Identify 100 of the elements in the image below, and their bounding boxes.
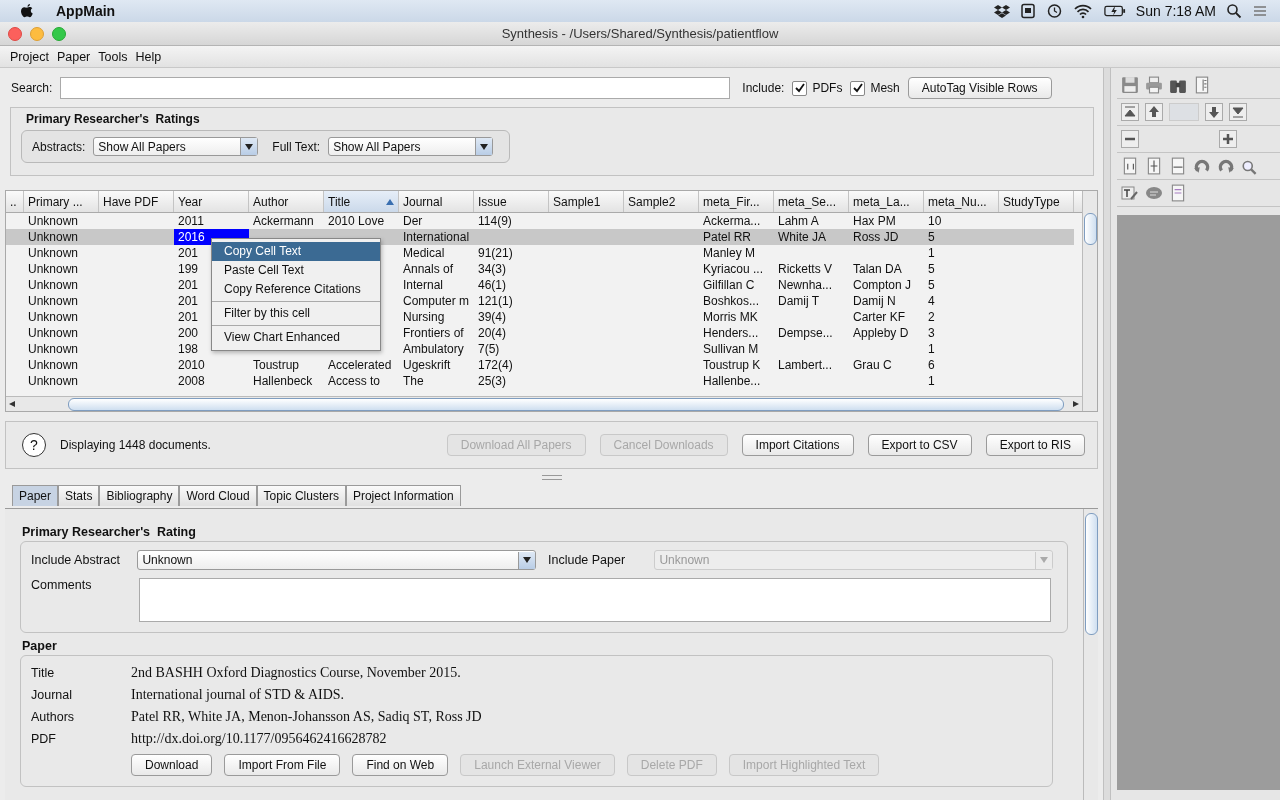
column-header[interactable]: .. — [6, 191, 24, 212]
tab[interactable]: Paper — [12, 485, 59, 506]
table-cell[interactable]: Dempse... — [774, 325, 849, 341]
column-header[interactable]: Sample2 — [624, 191, 699, 212]
table-cell[interactable]: The — [399, 373, 474, 389]
table-cell[interactable]: Talan DA — [849, 261, 924, 277]
table-cell[interactable]: Damij T — [774, 293, 849, 309]
column-header[interactable]: meta_Nu... — [924, 191, 999, 212]
column-header[interactable]: StudyType — [999, 191, 1074, 212]
paper-button[interactable]: Find on Web — [352, 754, 449, 776]
table-cell[interactable]: Toustrup K — [699, 357, 774, 373]
column-header[interactable]: meta_Se... — [774, 191, 849, 212]
column-header[interactable]: meta_Fir... — [699, 191, 774, 212]
table-cell[interactable]: Grau C — [849, 357, 924, 373]
table-cell[interactable]: 46(1) — [474, 277, 549, 293]
app-name[interactable]: AppMain — [56, 3, 116, 19]
menu-bar-clock[interactable]: Sun 7:18 AM — [1135, 3, 1216, 19]
fit-width-icon[interactable] — [1169, 157, 1187, 175]
table-cell[interactable]: 1 — [924, 245, 999, 261]
table-cell[interactable]: White JA — [774, 229, 849, 245]
context-menu-item[interactable]: Copy Cell Text — [212, 242, 380, 261]
table-cell[interactable]: 25(3) — [474, 373, 549, 389]
table-cell[interactable]: International — [399, 229, 474, 245]
search-icon[interactable] — [1226, 3, 1242, 19]
table-cell[interactable] — [999, 229, 1074, 245]
table-cell[interactable]: Compton J — [849, 277, 924, 293]
table-cell[interactable]: 7(5) — [474, 341, 549, 357]
text-edit-icon[interactable] — [1121, 184, 1139, 202]
column-header[interactable]: Primary ... — [24, 191, 99, 212]
table-cell[interactable]: 172(4) — [474, 357, 549, 373]
table-cell[interactable]: Unknown — [24, 357, 99, 373]
paper-button[interactable]: Download — [131, 754, 213, 776]
comments-field[interactable] — [139, 578, 1051, 622]
table-cell[interactable]: 1 — [924, 341, 999, 357]
table-cell[interactable]: Internal — [399, 277, 474, 293]
menu-item[interactable]: Project — [10, 49, 49, 64]
table-cell[interactable]: 5 — [924, 261, 999, 277]
last-page-icon[interactable] — [1229, 103, 1247, 121]
table-cell[interactable]: Boshkos... — [699, 293, 774, 309]
action-button[interactable]: Import Citations — [741, 434, 854, 456]
table-cell[interactable]: Frontiers of — [399, 325, 474, 341]
table-cell[interactable]: 2011 — [174, 213, 249, 229]
table-cell[interactable]: Hax PM — [849, 213, 924, 229]
table-cell[interactable] — [99, 229, 174, 245]
table-cell[interactable]: Lahm A — [774, 213, 849, 229]
context-menu-item[interactable]: Filter by this cell — [212, 304, 380, 323]
menu-item[interactable]: Tools — [98, 49, 128, 64]
actual-size-icon[interactable] — [1121, 157, 1139, 175]
table-cell[interactable]: 10 — [924, 213, 999, 229]
document-icon[interactable] — [1193, 76, 1211, 94]
paper-button[interactable]: Import From File — [224, 754, 341, 776]
table-cell[interactable]: 6 — [924, 357, 999, 373]
table-cell[interactable]: 5 — [924, 277, 999, 293]
scroll-left-icon[interactable] — [9, 401, 15, 407]
context-menu-item[interactable]: Paste Cell Text — [212, 261, 380, 280]
table-cell[interactable]: Henders... — [699, 325, 774, 341]
menu-item[interactable]: Paper — [56, 49, 91, 64]
table-cell[interactable]: Unknown — [24, 341, 99, 357]
column-header[interactable]: Journal — [399, 191, 474, 212]
column-header[interactable]: Year — [174, 191, 249, 212]
table-cell[interactable]: Ambulatory — [399, 341, 474, 357]
rotate-right-icon[interactable] — [1217, 157, 1235, 175]
table-cell[interactable]: Der — [399, 213, 474, 229]
table-cell[interactable]: Medical — [399, 245, 474, 261]
rating-dropdown[interactable]: Unknown — [137, 550, 536, 570]
table-cell[interactable]: 121(1) — [474, 293, 549, 309]
action-button[interactable]: Export to CSV — [867, 434, 972, 456]
table-cell[interactable]: Gilfillan C — [699, 277, 774, 293]
table-cell[interactable]: Unknown — [24, 325, 99, 341]
table-cell[interactable]: 114(9) — [474, 213, 549, 229]
table-cell[interactable]: Hallenbeck — [249, 373, 324, 389]
table-cell[interactable]: Lambert... — [774, 357, 849, 373]
table-cell[interactable]: Appleby D — [849, 325, 924, 341]
context-menu-item[interactable]: View Chart Enhanced — [212, 328, 380, 347]
battery-icon[interactable] — [1103, 3, 1126, 19]
table-cell[interactable]: Morris MK — [699, 309, 774, 325]
print-icon[interactable] — [1145, 76, 1163, 94]
table-cell[interactable]: 1 — [924, 373, 999, 389]
table-cell[interactable]: Hallenbe... — [699, 373, 774, 389]
action-button[interactable]: Export to RIS — [985, 434, 1085, 456]
table-cell[interactable]: Kyriacou ... — [699, 261, 774, 277]
checkbox[interactable] — [792, 80, 808, 96]
table-cell[interactable] — [6, 229, 24, 245]
vertical-scrollbar[interactable] — [1082, 191, 1097, 411]
table-cell[interactable]: Nursing — [399, 309, 474, 325]
checkbox[interactable] — [850, 80, 866, 96]
table-cell[interactable]: Newnha... — [774, 277, 849, 293]
table-cell[interactable]: 34(3) — [474, 261, 549, 277]
table-cell[interactable]: 91(21) — [474, 245, 549, 261]
display-icon[interactable] — [1019, 3, 1036, 19]
autotag-button[interactable]: AutoTag Visible Rows — [907, 77, 1052, 99]
table-cell[interactable]: Carter KF — [849, 309, 924, 325]
table-cell[interactable]: Patel RR — [699, 229, 774, 245]
table-cell[interactable]: 39(4) — [474, 309, 549, 325]
table-cell[interactable]: Toustrup — [249, 357, 324, 373]
table-cell[interactable]: Accelerated — [324, 357, 399, 373]
table-cell[interactable]: Unknown — [24, 261, 99, 277]
dropbox-icon[interactable] — [993, 3, 1010, 19]
rotate-left-icon[interactable] — [1193, 157, 1211, 175]
table-cell[interactable]: 2008 — [174, 373, 249, 389]
